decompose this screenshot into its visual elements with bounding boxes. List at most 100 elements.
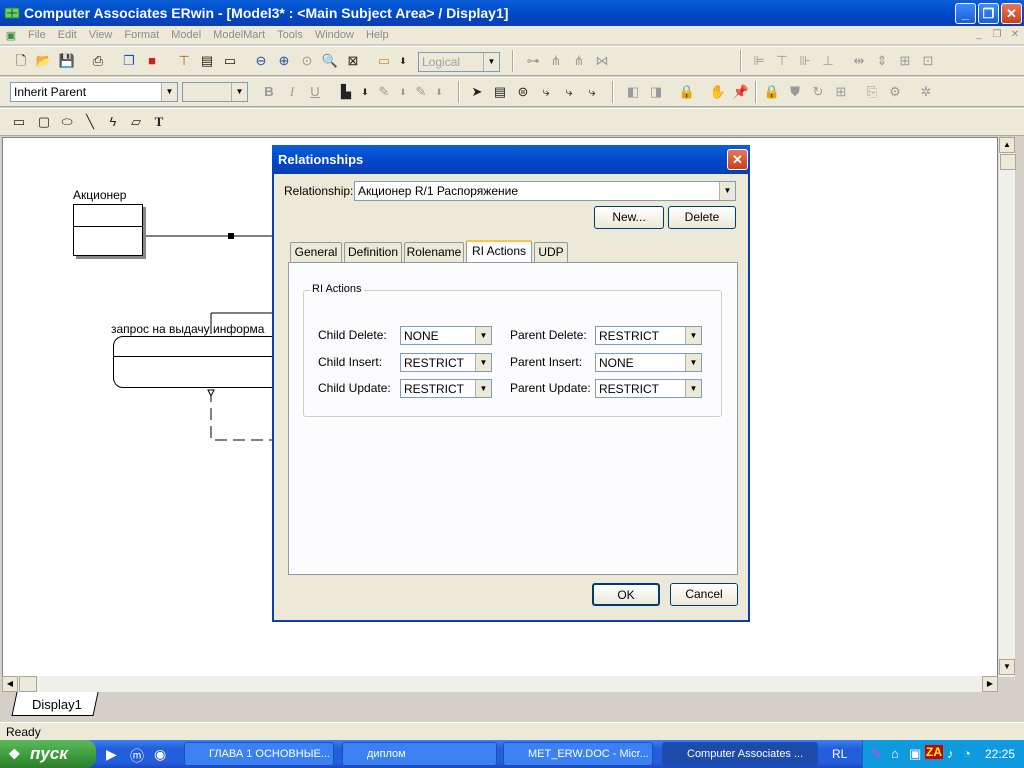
menu-edit[interactable]: Edit [52,29,83,41]
font-size-combo[interactable]: ▼ [182,82,248,102]
tray-app-icon[interactable]: ✎ [871,746,882,762]
rectangle-tool-icon[interactable]: ▭ [10,113,28,131]
zoom-fit-icon[interactable]: ⊙ [298,52,316,70]
db2-icon[interactable]: ◨ [647,83,665,101]
font-color-icon[interactable]: ✎ [412,83,430,101]
scroll-down-icon[interactable]: ▼ [999,659,1015,675]
parent-insert-select[interactable]: NONE ▼ [595,353,702,372]
tab-definition[interactable]: Definition [344,242,402,262]
entity-zapros[interactable] [113,336,283,388]
tray-zonealarm-icon[interactable]: ZA [925,745,943,759]
identifying-rel-icon[interactable]: ⤷ [537,83,555,101]
line-color-icon[interactable]: ✎ [375,83,393,101]
scroll-thumb[interactable] [1000,154,1016,170]
zoom-in-icon[interactable]: ⊕ [275,52,293,70]
restore-button[interactable]: ❐ [978,3,999,24]
wizard-icon[interactable]: ✲ [917,83,935,101]
align-top-icon[interactable]: ⊤ [773,52,791,70]
dropdown-arrow-icon[interactable]: ⬇ [394,52,412,70]
grid-icon[interactable]: ⊞ [832,83,850,101]
color-icon[interactable]: ■ [143,52,161,70]
settings-icon[interactable]: ⚙ [886,83,904,101]
align-right-icon[interactable]: ⊪ [796,52,814,70]
db-icon[interactable]: ◧ [624,83,642,101]
fill-color-icon[interactable]: ▙ [337,83,355,101]
scroll-right-icon[interactable]: ▶ [982,676,998,692]
non-identifying-rel-icon[interactable]: ⤷ [583,83,601,101]
hand-icon[interactable]: ✋ [709,83,727,101]
new-button[interactable]: New... [594,206,664,229]
pin-icon[interactable]: 📌 [732,83,750,101]
space-vertical-icon[interactable]: ⇕ [873,52,891,70]
cancel-button[interactable]: Cancel [670,583,738,606]
space-horizontal-icon[interactable]: ⇹ [850,52,868,70]
many-to-many-icon[interactable]: ⤷ [560,83,578,101]
dialog-close-icon[interactable]: ✕ [727,149,748,170]
align-bottom-icon[interactable]: ⊥ [819,52,837,70]
scroll-thumb-h[interactable] [19,676,37,692]
mdi-minimize-icon[interactable]: _ [972,29,986,41]
menu-tools[interactable]: Tools [271,29,309,41]
view-mode-combo[interactable]: Logical ▼ [418,52,500,72]
child-insert-select[interactable]: RESTRICT ▼ [400,353,492,372]
relationship-select[interactable]: Акционер R/1 Распоряжение ▼ [354,181,736,201]
entity-tool-icon[interactable]: ▤ [491,83,509,101]
minimize-button[interactable]: _ [955,3,976,24]
dropdown-arrow-icon[interactable]: ⬇ [430,83,448,101]
tray-clock-icon[interactable]: ◔ [963,746,971,761]
dropdown-arrow-icon[interactable]: ⬇ [394,83,412,101]
lock2-icon[interactable]: 🔒 [763,83,781,101]
mdi-doc-icon[interactable]: ▣ [0,29,22,42]
new-file-icon[interactable]: 🗋 [12,52,30,70]
ellipse-tool-icon[interactable]: ⬭ [58,113,76,131]
mdi-close-icon[interactable]: ✕ [1008,29,1022,41]
clock[interactable]: 22:25 [985,747,1015,761]
menu-window[interactable]: Window [309,29,360,41]
tab-general[interactable]: General [290,242,342,262]
menu-model[interactable]: Model [165,29,207,41]
relationship-icon[interactable]: ⊶ [524,52,542,70]
menu-help[interactable]: Help [360,29,395,41]
hierarchy-icon[interactable]: ⋔ [570,52,588,70]
zoom-icon[interactable]: 🔍 [321,52,339,70]
language-indicator[interactable]: RL [832,747,847,761]
task-diplom[interactable]: диплом [342,742,497,766]
rounded-rect-tool-icon[interactable]: ▢ [35,113,53,131]
menu-format[interactable]: Format [118,29,165,41]
category-icon[interactable]: ⊜ [514,83,532,101]
copy-icon[interactable]: ❐ [120,52,138,70]
subject-area-icon[interactable]: ▭ [375,52,393,70]
menu-file[interactable]: File [22,29,52,41]
parent-delete-select[interactable]: RESTRICT ▼ [595,326,702,345]
zoom-all-icon[interactable]: ⊠ [344,52,362,70]
dropdown-arrow-icon[interactable]: ⬇ [356,83,374,101]
media-player-icon[interactable]: ▶ [106,746,117,763]
hammer-icon[interactable]: ⊤ [175,52,193,70]
scroll-left-icon[interactable]: ◀ [2,676,18,692]
task-glava[interactable]: ГЛАВА 1 ОСНОВНЫЕ... [184,742,334,766]
close-button[interactable]: ✕ [1001,3,1022,24]
pointer-icon[interactable]: ➤ [468,83,486,101]
menu-view[interactable]: View [83,29,119,41]
resize-icon[interactable]: ⊡ [919,52,937,70]
network-icon[interactable]: ⋈ [593,52,611,70]
report-icon[interactable]: ⎘ [863,83,881,101]
tree-icon[interactable]: ⋔ [547,52,565,70]
text-tool-icon[interactable]: T [150,113,168,131]
vertical-scrollbar[interactable]: ▲ ▼ [998,137,1016,677]
lock-icon[interactable]: 🔒 [678,83,696,101]
parent-update-select[interactable]: RESTRICT ▼ [595,379,702,398]
browser-icon[interactable]: ◉ [154,746,166,763]
entity-akcioner[interactable] [73,204,143,256]
task-met-erw[interactable]: MET_ERW.DOC - Micr... [503,742,653,766]
menu-modelmart[interactable]: ModelMart [207,29,271,41]
bold-button[interactable]: B [260,83,278,101]
tray-network-icon[interactable]: ⌂ [891,746,899,761]
entity-display-icon[interactable]: ▤ [198,52,216,70]
save-icon[interactable]: 💾 [58,52,76,70]
mdi-restore-icon[interactable]: ❐ [990,29,1004,41]
task-erwin[interactable]: Computer Associates ... [662,742,818,766]
polygon-tool-icon[interactable]: ▱ [127,113,145,131]
comment-icon[interactable]: ▭ [221,52,239,70]
same-size-icon[interactable]: ⊞ [896,52,914,70]
